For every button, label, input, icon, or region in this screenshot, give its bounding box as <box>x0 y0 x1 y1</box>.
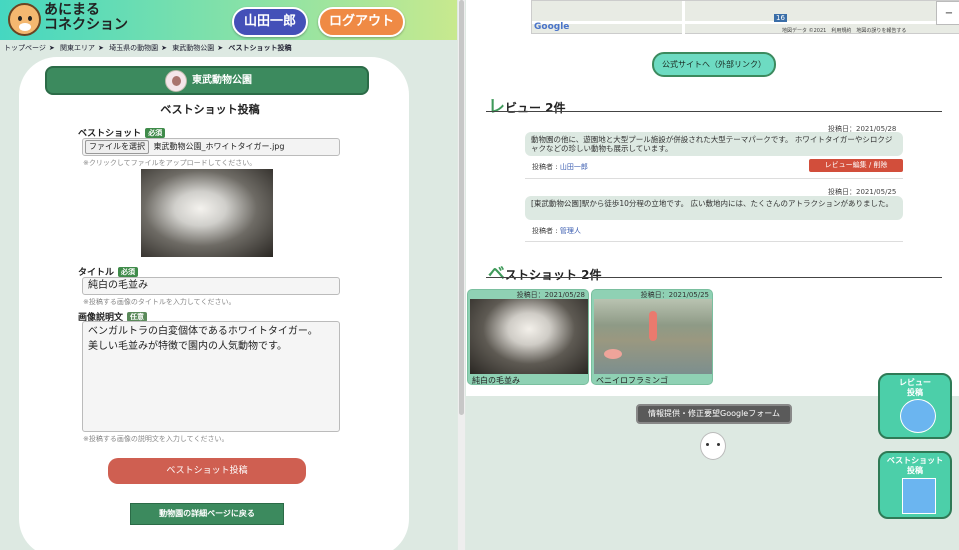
review-author-prefix: 投稿者 : <box>532 163 558 171</box>
review-heading-initial: レ <box>488 97 505 117</box>
file-input[interactable]: ファイルを選択 東武動物公園_ホワイトタイガー.jpg <box>82 138 340 156</box>
review-author: 投稿者 : 管理人 <box>532 226 581 236</box>
file-name: 東武動物公園_ホワイトタイガー.jpg <box>153 142 285 151</box>
breadcrumb-area[interactable]: 関東エリア <box>60 44 95 52</box>
bestshot-card[interactable]: 投稿日：2021/05/25 ベニイロフラミンゴ <box>591 289 713 385</box>
breadcrumb-prefecture[interactable]: 埼玉県の動物園 <box>109 44 158 52</box>
logo-line2: コネクション <box>44 17 128 33</box>
route-marker: 16 <box>774 14 787 22</box>
description-hint: ※投稿する画像の説明文を入力してください。 <box>83 435 229 443</box>
bestshot-heading-text: ストショット 2件 <box>505 268 602 282</box>
post-review-fab[interactable]: レビュー 投稿 <box>878 373 952 439</box>
zoo-name: 東武動物公園 <box>192 75 252 86</box>
review-text: [東武動物公園]駅から徒歩10分程の立地です。 広い敷地内には、たくさんのアトラ… <box>525 196 903 220</box>
speech-bubble-icon <box>900 399 936 433</box>
dog-mascot-icon <box>700 432 726 460</box>
logout-button[interactable]: ログアウト <box>318 7 405 37</box>
fab-photo-label: ベストショット 投稿 <box>880 453 950 476</box>
breadcrumb-separator: ➤ <box>48 44 55 52</box>
breadcrumb: トップページ ➤ 関東エリア ➤ 埼玉県の動物園 ➤ 東武動物公園 ➤ ベストショット投… <box>4 43 294 53</box>
fab-photo-line2: 投稿 <box>907 466 923 475</box>
left-scrollbar-thumb[interactable] <box>459 0 464 415</box>
zoo-name-banner: 東武動物公園 <box>45 66 369 95</box>
bestshot-card[interactable]: 投稿日：2021/05/28 純白の毛並み <box>467 289 589 385</box>
bestshot-heading: ベストショット 2件 <box>488 259 602 284</box>
site-logo[interactable]: あにまる コネクション <box>44 3 128 33</box>
left-scrollbar[interactable] <box>458 0 465 550</box>
required-badge: 必須 <box>118 267 139 277</box>
review-heading-text: ビュー 2件 <box>505 101 566 115</box>
user-button[interactable]: 山田一郎 <box>232 7 308 37</box>
site-header: あにまる コネクション 山田一郎 ログアウト <box>0 0 457 40</box>
review-divider <box>486 111 942 112</box>
photo-icon <box>902 478 936 514</box>
review-text: 動物園の他に、遊園地と大型プール施設が併設された大型テーマパークです。 ホワイト… <box>525 132 903 156</box>
google-form-button[interactable]: 情報提供・修正要望Googleフォーム <box>636 404 792 424</box>
breadcrumb-separator: ➤ <box>217 44 224 52</box>
review-separator <box>525 241 903 242</box>
google-map[interactable]: 16 Google 地図データ ©2021 利用規約 地図の誤りを報告する − <box>531 0 959 35</box>
zoo-animal-icon <box>165 70 187 92</box>
review-separator <box>525 178 903 179</box>
zoom-out-button[interactable]: − <box>936 1 959 25</box>
map-credit: 地図データ ©2021 利用規約 地図の誤りを報告する <box>782 28 907 34</box>
review-author-link[interactable]: 管理人 <box>560 227 581 235</box>
fab-review-line2: 投稿 <box>907 388 923 397</box>
bestshot-image[interactable] <box>470 299 588 374</box>
dog-logo-icon[interactable] <box>8 3 41 36</box>
fab-photo-line1: ベストショット <box>886 456 944 465</box>
google-logo: Google <box>534 22 570 32</box>
bestshot-image[interactable] <box>594 299 712 374</box>
file-hint: ※クリックしてファイルをアップロードしてください。 <box>83 159 257 167</box>
logo-line1: あにまる <box>44 2 100 18</box>
fab-review-label: レビュー 投稿 <box>880 375 950 398</box>
post-bestshot-fab[interactable]: ベストショット 投稿 <box>878 451 952 519</box>
uploaded-image-preview <box>141 169 273 257</box>
description-textarea[interactable]: ベンガルトラの白変個体であるホワイトタイガー。 美しい毛並みが特徴で園内の人気動… <box>82 321 340 432</box>
breadcrumb-top[interactable]: トップページ <box>4 44 46 52</box>
choose-file-button[interactable]: ファイルを選択 <box>85 140 149 154</box>
back-to-zoo-button[interactable]: 動物園の詳細ページに戻る <box>130 503 284 525</box>
review-heading: レビュー 2件 <box>488 92 566 117</box>
edit-review-button[interactable]: レビュー編集 / 削除 <box>809 159 903 172</box>
review-author-link[interactable]: 山田一郎 <box>560 163 588 171</box>
breadcrumb-current: ベストショット投稿 <box>228 44 292 52</box>
left-pane: あにまる コネクション 山田一郎 ログアウト トップページ ➤ 関東エリア ➤ 埼玉… <box>0 0 457 550</box>
bestshot-heading-initial: ベ <box>488 264 505 284</box>
form-title: ベストショット投稿 <box>160 103 260 116</box>
required-badge: 必須 <box>145 128 166 138</box>
review-author: 投稿者 : 山田一郎 <box>532 162 588 172</box>
submit-bestshot-button[interactable]: ベストショット投稿 <box>108 458 306 484</box>
official-site-button[interactable]: 公式サイトへ（外部リンク） <box>652 52 776 77</box>
breadcrumb-zoo[interactable]: 東武動物公園 <box>172 44 214 52</box>
breadcrumb-separator: ➤ <box>161 44 167 52</box>
review-author-prefix: 投稿者 : <box>532 227 558 235</box>
breadcrumb-separator: ➤ <box>97 44 104 52</box>
bestshot-title: ベニイロフラミンゴ <box>596 376 668 385</box>
bestshot-divider <box>486 277 942 278</box>
title-input[interactable]: 純白の毛並み <box>82 277 340 295</box>
fab-review-line1: レビュー <box>899 378 931 387</box>
bestshot-title: 純白の毛並み <box>472 376 520 385</box>
title-hint: ※投稿する画像のタイトルを入力してください。 <box>83 298 236 306</box>
